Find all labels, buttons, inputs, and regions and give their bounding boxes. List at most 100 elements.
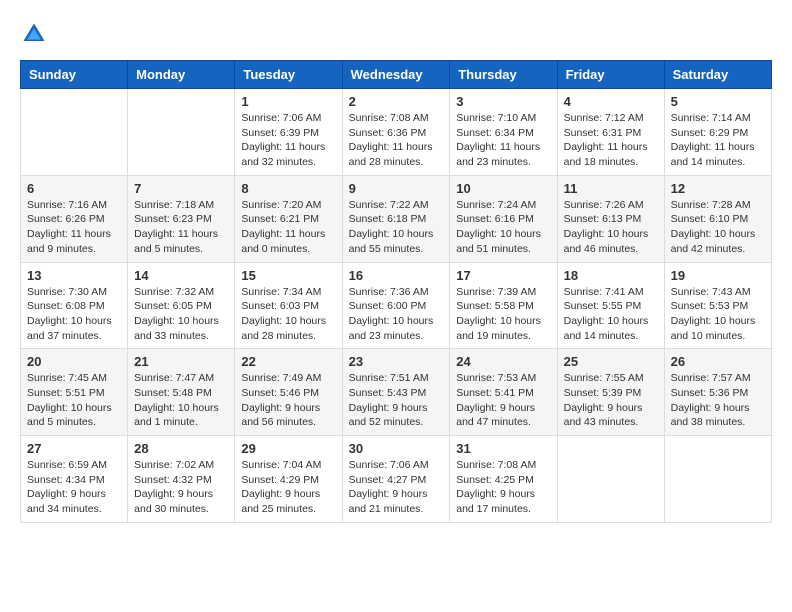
day-number: 28 xyxy=(134,441,228,456)
calendar-cell: 5 Sunrise: 7:14 AM Sunset: 6:29 PM Daylig… xyxy=(664,89,771,176)
calendar-cell: 15 Sunrise: 7:34 AM Sunset: 6:03 PM Dayli… xyxy=(235,262,342,349)
day-number: 2 xyxy=(349,94,444,109)
day-number: 6 xyxy=(27,181,121,196)
weekday-header-saturday: Saturday xyxy=(664,61,771,89)
calendar-cell: 17 Sunrise: 7:39 AM Sunset: 5:58 PM Dayli… xyxy=(450,262,557,349)
day-number: 31 xyxy=(456,441,550,456)
day-number: 27 xyxy=(27,441,121,456)
calendar-cell: 6 Sunrise: 7:16 AM Sunset: 6:26 PM Daylig… xyxy=(21,175,128,262)
day-info: Sunrise: 7:06 AM Sunset: 6:39 PM Dayligh… xyxy=(241,111,335,170)
day-info: Sunrise: 7:12 AM Sunset: 6:31 PM Dayligh… xyxy=(564,111,658,170)
weekday-header-wednesday: Wednesday xyxy=(342,61,450,89)
calendar-week-row: 13Sunrise: 7:30 AM Sunset: 6:08 PM Dayli… xyxy=(21,262,772,349)
day-number: 3 xyxy=(456,94,550,109)
calendar-cell: 21Sunrise: 7:47 AM Sunset: 5:48 PM Dayli… xyxy=(128,349,235,436)
calendar-cell xyxy=(557,436,664,523)
calendar-cell: 30 Sunrise: 7:06 AM Sunset: 4:27 PM Dayli… xyxy=(342,436,450,523)
calendar-cell: 14 Sunrise: 7:32 AM Sunset: 6:05 PM Dayli… xyxy=(128,262,235,349)
day-number: 7 xyxy=(134,181,228,196)
calendar-cell: 1 Sunrise: 7:06 AM Sunset: 6:39 PM Daylig… xyxy=(235,89,342,176)
calendar-cell: 27 Sunrise: 6:59 AM Sunset: 4:34 PM Dayli… xyxy=(21,436,128,523)
day-number: 15 xyxy=(241,268,335,283)
day-info: Sunrise: 7:04 AM Sunset: 4:29 PM Dayligh… xyxy=(241,458,335,517)
day-info: Sunrise: 7:10 AM Sunset: 6:34 PM Dayligh… xyxy=(456,111,550,170)
calendar-cell xyxy=(21,89,128,176)
day-info: Sunrise: 7:45 AM Sunset: 5:51 PM Dayligh… xyxy=(27,371,121,430)
day-info: Sunrise: 7:14 AM Sunset: 6:29 PM Dayligh… xyxy=(671,111,765,170)
day-info: Sunrise: 7:34 AM Sunset: 6:03 PM Dayligh… xyxy=(241,285,335,344)
weekday-header-sunday: Sunday xyxy=(21,61,128,89)
calendar-week-row: 20 Sunrise: 7:45 AM Sunset: 5:51 PM Dayli… xyxy=(21,349,772,436)
day-number: 21 xyxy=(134,354,228,369)
calendar-cell: 10Sunrise: 7:24 AM Sunset: 6:16 PM Dayli… xyxy=(450,175,557,262)
calendar-cell: 9 Sunrise: 7:22 AM Sunset: 6:18 PM Daylig… xyxy=(342,175,450,262)
day-info: Sunrise: 7:32 AM Sunset: 6:05 PM Dayligh… xyxy=(134,285,228,344)
day-info: Sunrise: 7:39 AM Sunset: 5:58 PM Dayligh… xyxy=(456,285,550,344)
day-number: 5 xyxy=(671,94,765,109)
calendar-week-row: 1 Sunrise: 7:06 AM Sunset: 6:39 PM Daylig… xyxy=(21,89,772,176)
calendar-cell xyxy=(664,436,771,523)
day-number: 8 xyxy=(241,181,335,196)
calendar-week-row: 6 Sunrise: 7:16 AM Sunset: 6:26 PM Daylig… xyxy=(21,175,772,262)
day-info: Sunrise: 7:49 AM Sunset: 5:46 PM Dayligh… xyxy=(241,371,335,430)
calendar-cell: 11 Sunrise: 7:26 AM Sunset: 6:13 PM Dayli… xyxy=(557,175,664,262)
calendar-cell: 26 Sunrise: 7:57 AM Sunset: 5:36 PM Dayli… xyxy=(664,349,771,436)
calendar-cell: 29Sunrise: 7:04 AM Sunset: 4:29 PM Dayli… xyxy=(235,436,342,523)
calendar-cell: 22 Sunrise: 7:49 AM Sunset: 5:46 PM Dayli… xyxy=(235,349,342,436)
day-info: Sunrise: 7:18 AM Sunset: 6:23 PM Dayligh… xyxy=(134,198,228,257)
day-info: Sunrise: 6:59 AM Sunset: 4:34 PM Dayligh… xyxy=(27,458,121,517)
day-info: Sunrise: 7:36 AM Sunset: 6:00 PM Dayligh… xyxy=(349,285,444,344)
day-number: 1 xyxy=(241,94,335,109)
logo xyxy=(20,20,52,48)
day-number: 14 xyxy=(134,268,228,283)
day-number: 19 xyxy=(671,268,765,283)
calendar-cell: 31Sunrise: 7:08 AM Sunset: 4:25 PM Dayli… xyxy=(450,436,557,523)
calendar-cell: 16 Sunrise: 7:36 AM Sunset: 6:00 PM Dayli… xyxy=(342,262,450,349)
day-number: 20 xyxy=(27,354,121,369)
calendar-cell: 3 Sunrise: 7:10 AM Sunset: 6:34 PM Daylig… xyxy=(450,89,557,176)
day-info: Sunrise: 7:51 AM Sunset: 5:43 PM Dayligh… xyxy=(349,371,444,430)
day-number: 9 xyxy=(349,181,444,196)
day-info: Sunrise: 7:53 AM Sunset: 5:41 PM Dayligh… xyxy=(456,371,550,430)
logo-icon xyxy=(20,20,48,48)
day-number: 23 xyxy=(349,354,444,369)
calendar-cell: 18Sunrise: 7:41 AM Sunset: 5:55 PM Dayli… xyxy=(557,262,664,349)
day-number: 12 xyxy=(671,181,765,196)
calendar-header-row: SundayMondayTuesdayWednesdayThursdayFrid… xyxy=(21,61,772,89)
day-info: Sunrise: 7:22 AM Sunset: 6:18 PM Dayligh… xyxy=(349,198,444,257)
day-info: Sunrise: 7:30 AM Sunset: 6:08 PM Dayligh… xyxy=(27,285,121,344)
calendar-cell: 25 Sunrise: 7:55 AM Sunset: 5:39 PM Dayli… xyxy=(557,349,664,436)
day-info: Sunrise: 7:16 AM Sunset: 6:26 PM Dayligh… xyxy=(27,198,121,257)
day-info: Sunrise: 7:55 AM Sunset: 5:39 PM Dayligh… xyxy=(564,371,658,430)
calendar-cell: 2 Sunrise: 7:08 AM Sunset: 6:36 PM Daylig… xyxy=(342,89,450,176)
calendar-cell: 12 Sunrise: 7:28 AM Sunset: 6:10 PM Dayli… xyxy=(664,175,771,262)
day-number: 18 xyxy=(564,268,658,283)
calendar-cell: 20 Sunrise: 7:45 AM Sunset: 5:51 PM Dayli… xyxy=(21,349,128,436)
calendar-cell xyxy=(128,89,235,176)
day-info: Sunrise: 7:43 AM Sunset: 5:53 PM Dayligh… xyxy=(671,285,765,344)
day-info: Sunrise: 7:26 AM Sunset: 6:13 PM Dayligh… xyxy=(564,198,658,257)
weekday-header-thursday: Thursday xyxy=(450,61,557,89)
calendar-table: SundayMondayTuesdayWednesdayThursdayFrid… xyxy=(20,60,772,523)
day-info: Sunrise: 7:06 AM Sunset: 4:27 PM Dayligh… xyxy=(349,458,444,517)
calendar-cell: 28Sunrise: 7:02 AM Sunset: 4:32 PM Dayli… xyxy=(128,436,235,523)
day-number: 10 xyxy=(456,181,550,196)
day-info: Sunrise: 7:08 AM Sunset: 6:36 PM Dayligh… xyxy=(349,111,444,170)
calendar-cell: 24 Sunrise: 7:53 AM Sunset: 5:41 PM Dayli… xyxy=(450,349,557,436)
day-info: Sunrise: 7:28 AM Sunset: 6:10 PM Dayligh… xyxy=(671,198,765,257)
day-number: 25 xyxy=(564,354,658,369)
weekday-header-tuesday: Tuesday xyxy=(235,61,342,89)
day-number: 11 xyxy=(564,181,658,196)
day-number: 17 xyxy=(456,268,550,283)
day-number: 22 xyxy=(241,354,335,369)
day-number: 30 xyxy=(349,441,444,456)
calendar-cell: 13Sunrise: 7:30 AM Sunset: 6:08 PM Dayli… xyxy=(21,262,128,349)
weekday-header-monday: Monday xyxy=(128,61,235,89)
calendar-cell: 7 Sunrise: 7:18 AM Sunset: 6:23 PM Daylig… xyxy=(128,175,235,262)
day-number: 26 xyxy=(671,354,765,369)
calendar-week-row: 27 Sunrise: 6:59 AM Sunset: 4:34 PM Dayli… xyxy=(21,436,772,523)
weekday-header-friday: Friday xyxy=(557,61,664,89)
day-info: Sunrise: 7:57 AM Sunset: 5:36 PM Dayligh… xyxy=(671,371,765,430)
day-number: 24 xyxy=(456,354,550,369)
day-number: 16 xyxy=(349,268,444,283)
